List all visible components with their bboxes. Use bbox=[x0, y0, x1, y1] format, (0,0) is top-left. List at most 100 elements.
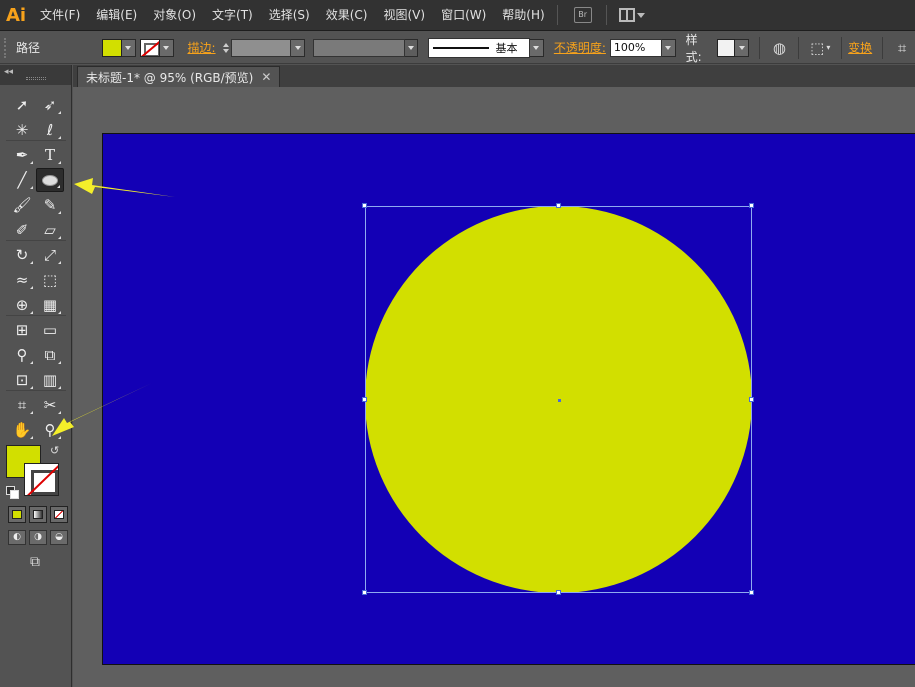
isolate-selected-icon[interactable]: ⌗ bbox=[889, 35, 915, 61]
draw-inside-icon[interactable]: ◒ bbox=[50, 530, 68, 545]
menu-select[interactable]: 选择(S) bbox=[261, 0, 318, 31]
resize-handle[interactable] bbox=[362, 203, 367, 208]
stroke-dropdown-button[interactable] bbox=[159, 38, 174, 57]
draw-normal-icon[interactable]: ◐ bbox=[8, 530, 26, 545]
pencil-icon[interactable]: ✎ bbox=[36, 193, 64, 217]
ellipse-icon[interactable] bbox=[36, 168, 64, 192]
arrange-documents-button[interactable] bbox=[618, 8, 645, 22]
brush-definition-dropdown[interactable] bbox=[529, 38, 544, 57]
opacity-dropdown[interactable] bbox=[661, 38, 676, 57]
stroke-weight-dropdown[interactable] bbox=[291, 38, 306, 57]
eyedropper-icon[interactable]: ⚲ bbox=[8, 343, 36, 367]
canvas-area[interactable] bbox=[73, 87, 915, 687]
align-selection-icon[interactable]: ⬚ ▾ bbox=[805, 35, 835, 61]
graphic-style-dropdown[interactable] bbox=[717, 38, 750, 58]
line-segment-icon[interactable]: ╱ bbox=[8, 168, 36, 192]
panel-grip[interactable] bbox=[26, 77, 46, 80]
graphic-style-dropdown-button[interactable] bbox=[735, 38, 750, 57]
app-logo: Ai bbox=[5, 4, 27, 26]
default-fill-stroke-icon[interactable] bbox=[6, 486, 19, 499]
submenu-indicator-icon bbox=[30, 161, 33, 164]
menu-type[interactable]: 文字(T) bbox=[204, 0, 261, 31]
transform-link[interactable]: 变换 bbox=[848, 39, 872, 56]
resize-handle[interactable] bbox=[362, 396, 367, 402]
slice-icon[interactable]: ✂ bbox=[36, 393, 64, 417]
menu-help[interactable]: 帮助(H) bbox=[494, 0, 552, 31]
gradient-mode-button[interactable] bbox=[29, 506, 47, 523]
stroke-none-swatch[interactable] bbox=[139, 38, 160, 57]
blend-icon[interactable]: ⧉ bbox=[36, 343, 64, 367]
chevron-down-icon bbox=[408, 45, 415, 50]
shape-builder-icon[interactable]: ⊕ bbox=[8, 293, 36, 317]
draw-behind-icon[interactable]: ◑ bbox=[29, 530, 47, 545]
control-divider bbox=[798, 36, 800, 59]
chevron-down-icon bbox=[533, 45, 540, 50]
lasso-icon[interactable]: ℓ bbox=[36, 118, 64, 142]
fill-dropdown-button[interactable] bbox=[121, 38, 136, 57]
spinner-down-icon[interactable] bbox=[222, 48, 229, 53]
opacity-link[interactable]: 不透明度: bbox=[554, 39, 606, 56]
direct-selection-icon[interactable]: ➶ bbox=[36, 93, 64, 117]
tool-row: ✋ ⚲ bbox=[8, 418, 64, 442]
resize-handle[interactable] bbox=[749, 396, 754, 402]
eraser-icon[interactable]: ▱ bbox=[36, 218, 64, 242]
zoom-icon[interactable]: ⚲ bbox=[36, 418, 64, 442]
tools-panel-header[interactable]: ◂◂ bbox=[0, 65, 71, 85]
none-mode-button[interactable] bbox=[50, 506, 68, 523]
spinner-up-icon[interactable] bbox=[222, 42, 229, 47]
menu-view[interactable]: 视图(V) bbox=[375, 0, 433, 31]
resize-handle[interactable] bbox=[555, 203, 561, 208]
stroke-color-dropdown[interactable] bbox=[139, 38, 174, 58]
symbol-sprayer-icon[interactable]: ⊡ bbox=[8, 368, 36, 392]
artboard-icon[interactable]: ⌗ bbox=[8, 393, 36, 417]
stroke-weight-link[interactable]: 描边: bbox=[188, 39, 216, 56]
menu-edit[interactable]: 编辑(E) bbox=[88, 0, 145, 31]
paintbrush-icon[interactable]: 🖌 bbox=[8, 193, 36, 217]
warp-icon[interactable]: ≈ bbox=[8, 268, 36, 292]
resize-handle[interactable] bbox=[362, 590, 367, 595]
fill-color-dropdown[interactable] bbox=[101, 38, 136, 58]
magic-wand-icon[interactable]: ✳ bbox=[8, 118, 36, 142]
collapse-icon[interactable]: ◂◂ bbox=[4, 67, 13, 77]
color-mode-button[interactable] bbox=[8, 506, 26, 523]
menu-effect[interactable]: 效果(C) bbox=[318, 0, 376, 31]
column-graph-icon[interactable]: ▥ bbox=[36, 368, 64, 392]
gradient-icon[interactable]: ▭ bbox=[36, 318, 64, 342]
mesh-icon[interactable]: ⊞ bbox=[8, 318, 36, 342]
bridge-button[interactable]: Br bbox=[573, 7, 592, 23]
tool-divider bbox=[6, 140, 66, 141]
free-transform-icon[interactable]: ⬚ bbox=[36, 268, 64, 292]
blob-brush-icon[interactable]: ✐ bbox=[8, 218, 36, 242]
change-screen-mode-icon[interactable]: ⧉ bbox=[22, 554, 48, 572]
pen-icon[interactable]: ✒ bbox=[8, 143, 36, 167]
variable-width-dropdown[interactable] bbox=[404, 38, 419, 57]
stroke-color-box[interactable] bbox=[24, 463, 59, 496]
document-tab[interactable]: 未标题-1* @ 95% (RGB/预览) ✕ bbox=[77, 66, 281, 87]
document-tab-bar: 未标题-1* @ 95% (RGB/预览) ✕ bbox=[73, 65, 915, 87]
opacity-input[interactable]: 100% bbox=[609, 38, 662, 57]
graphic-style-swatch[interactable] bbox=[717, 38, 736, 57]
selection-icon[interactable]: ➚ bbox=[8, 93, 36, 117]
resize-handle[interactable] bbox=[749, 203, 754, 208]
document-tab-title: 未标题-1* @ 95% (RGB/预览) bbox=[86, 70, 254, 85]
recolor-artwork-icon[interactable]: ◍ bbox=[766, 35, 792, 61]
swap-fill-stroke-icon[interactable]: ↺ bbox=[50, 444, 59, 457]
menu-file[interactable]: 文件(F) bbox=[32, 0, 88, 31]
resize-handle[interactable] bbox=[749, 590, 754, 595]
stroke-weight-input[interactable] bbox=[231, 38, 292, 57]
variable-width-profile[interactable] bbox=[313, 38, 405, 57]
hand-icon[interactable]: ✋ bbox=[8, 418, 36, 442]
perspective-grid-icon[interactable]: ▦ bbox=[36, 293, 64, 317]
scale-icon[interactable]: ⤢ bbox=[36, 243, 64, 267]
menu-object[interactable]: 对象(O) bbox=[145, 0, 204, 31]
brush-definition-field[interactable]: 基本 bbox=[428, 37, 530, 58]
stroke-weight-spinner[interactable] bbox=[220, 39, 232, 57]
resize-handle[interactable] bbox=[555, 590, 561, 595]
type-icon[interactable]: T bbox=[36, 143, 64, 167]
fill-swatch[interactable] bbox=[101, 38, 122, 57]
close-icon[interactable]: ✕ bbox=[261, 70, 271, 84]
artboard[interactable] bbox=[102, 133, 915, 665]
menu-window[interactable]: 窗口(W) bbox=[433, 0, 494, 31]
rotate-icon[interactable]: ↻ bbox=[8, 243, 36, 267]
submenu-indicator-icon bbox=[30, 261, 33, 264]
